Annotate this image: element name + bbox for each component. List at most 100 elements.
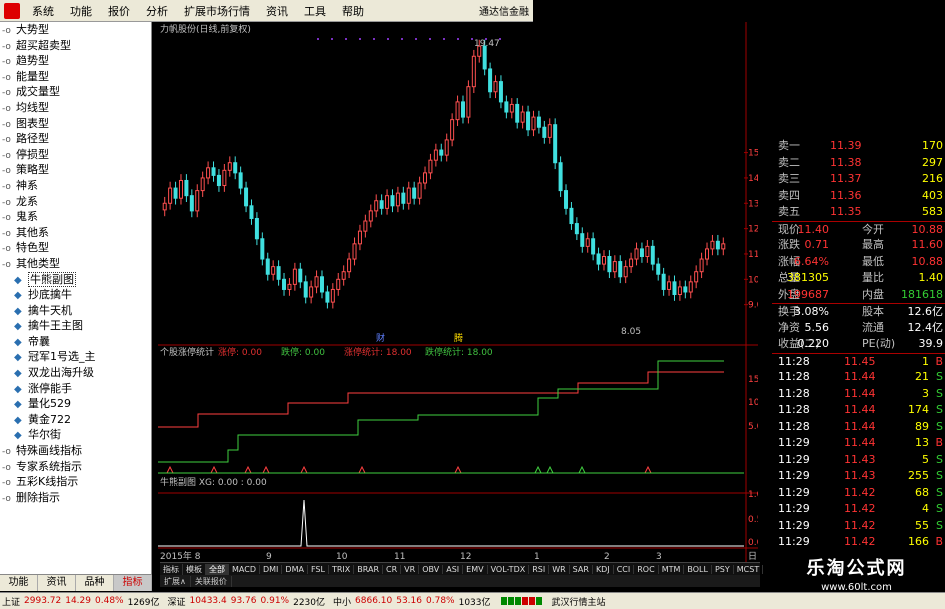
tree-item[interactable]: ◆ 黄金722 — [0, 412, 151, 428]
indicator-tab[interactable]: VOL-TDX — [488, 564, 530, 574]
tree-item[interactable]: -o 特色型 — [0, 240, 151, 256]
menu-news[interactable]: 资讯 — [258, 3, 296, 19]
menu-analysis[interactable]: 分析 — [138, 3, 176, 19]
tree-item-label: 其他系 — [16, 225, 49, 239]
tree-item-label: 双龙出海升级 — [28, 366, 94, 380]
tree-item[interactable]: -o 五彩K线指示 — [0, 474, 151, 490]
stock-chart[interactable]: 力帆股份(日线,前复权) 19.47 8.05 财 腾 个股涨停统计 涨停: 0… — [158, 22, 758, 562]
tree-item[interactable]: -o 成交量型 — [0, 84, 151, 100]
menu-quote[interactable]: 报价 — [100, 3, 138, 19]
tree-item[interactable]: -o 神系 — [0, 178, 151, 194]
tree-item[interactable]: ◆ 牛熊副图 — [0, 271, 151, 288]
tree-item[interactable]: -o 停损型 — [0, 147, 151, 163]
indicator-tab[interactable]: RSI — [529, 564, 550, 574]
tab-extend[interactable]: 扩展∧ — [160, 575, 191, 587]
indicator-tab[interactable]: CR — [383, 564, 402, 574]
tree-item[interactable]: -o 鬼系 — [0, 209, 151, 225]
tab-news[interactable]: 资讯 — [38, 575, 76, 591]
indicator-tab[interactable]: SAR — [570, 564, 593, 574]
indicator-tab[interactable]: ROC — [634, 564, 659, 574]
candle-body — [547, 124, 552, 138]
tree-item-label: 趋势型 — [16, 54, 49, 68]
quote-row: 换手 3.08% 股本 12.6亿 — [772, 303, 945, 320]
tick-volume: 255 — [908, 469, 929, 482]
tree-item[interactable]: -o 其他类型 — [0, 256, 151, 272]
signal-dot — [457, 38, 459, 40]
tree-item[interactable]: -o 龙系 — [0, 194, 151, 210]
candle-body — [206, 167, 211, 179]
tree-item[interactable]: ◆ 涨停能手 — [0, 381, 151, 397]
tree-item[interactable]: -o 能量型 — [0, 69, 151, 85]
tree-item[interactable]: ◆ 抄底擒牛 — [0, 287, 151, 303]
candle-body — [233, 162, 238, 174]
indicator-tab[interactable]: EMV — [463, 564, 488, 574]
tick-direction: S — [936, 485, 943, 499]
candle-body — [504, 101, 509, 113]
tree-item[interactable]: -o 删除指示 — [0, 490, 151, 506]
menu-tools[interactable]: 工具 — [296, 3, 334, 19]
candle-body — [162, 202, 167, 211]
indicator-tab[interactable]: VR — [401, 564, 420, 574]
tree-item[interactable]: -o 图表型 — [0, 116, 151, 132]
event-finance-marker[interactable]: 财 — [376, 332, 385, 344]
tick-time: 11:28 — [778, 386, 810, 400]
menu-extended-market[interactable]: 扩展市场行情 — [176, 3, 258, 19]
tree-item[interactable]: ◆ 擒牛天机 — [0, 303, 151, 319]
tree-item[interactable]: -o 策略型 — [0, 162, 151, 178]
tree-item[interactable]: ◆ 量化529 — [0, 396, 151, 412]
y-tick-label: 10.00 — [748, 275, 758, 285]
indicator-tab[interactable]: DMI — [260, 564, 283, 574]
tab-variety[interactable]: 品种 — [76, 575, 114, 591]
tree-item[interactable]: ◆ 双龙出海升级 — [0, 365, 151, 381]
stat-value: 6.64% — [794, 254, 829, 268]
quote-row: 收益(二) 0.220 PE(动) 39.9 — [772, 336, 945, 353]
tree-item[interactable]: -o 路径型 — [0, 131, 151, 147]
tab-function[interactable]: 功能 — [0, 575, 38, 591]
tree-item[interactable]: ◆ 冠军1号选_主 — [0, 349, 151, 365]
tree-item-label: 成交量型 — [16, 85, 60, 99]
formula-icon: ◆ — [14, 383, 22, 395]
tree-item[interactable]: -o 专家系统指示 — [0, 459, 151, 475]
menu-help[interactable]: 帮助 — [334, 3, 372, 19]
indicator-tab[interactable]: KDJ — [593, 564, 614, 574]
tick-time: 11:29 — [778, 502, 810, 515]
indicator-tab[interactable]: TRIX — [329, 564, 355, 574]
indicator-tab[interactable]: MACD — [229, 564, 260, 574]
tree-item[interactable]: -o 特殊画线指标 — [0, 443, 151, 459]
tree-item-label: 特殊画线指标 — [16, 444, 82, 458]
server-status[interactable]: 武汉行情主站 — [550, 595, 608, 608]
tree-item[interactable]: ◆ 华尔街 — [0, 427, 151, 443]
indicator-tab[interactable]: BOLL — [684, 564, 712, 574]
indicator-tab[interactable]: CCI — [614, 564, 635, 574]
indicator-tab[interactable]: MTM — [659, 564, 685, 574]
indicator-tab[interactable]: 全部 — [206, 563, 229, 575]
y-tick-label: 12.00 — [748, 225, 758, 235]
tree-item[interactable]: ◆ 帝曩 — [0, 334, 151, 350]
tree-item[interactable]: ◆ 擒牛王主图 — [0, 318, 151, 334]
indicator-tab[interactable]: MCST — [734, 564, 764, 574]
tab-related-quote[interactable]: 关联报价 — [191, 575, 232, 587]
menu-function[interactable]: 功能 — [62, 3, 100, 19]
tab-indicator[interactable]: 指标 — [114, 575, 152, 591]
tree-item[interactable]: -o 均线型 — [0, 100, 151, 116]
tree-item[interactable]: -o 超买超卖型 — [0, 38, 151, 54]
indicator-tab[interactable]: BRAR — [354, 564, 384, 574]
indicator-tab[interactable]: PSY — [712, 564, 734, 574]
event-marker[interactable]: 腾 — [454, 332, 463, 344]
tick-time: 11:29 — [778, 452, 810, 466]
indicator-tab[interactable]: ASI — [443, 564, 464, 574]
tree-item[interactable]: -o 趋势型 — [0, 53, 151, 69]
sub2-tick-label: 0.50 — [748, 515, 758, 525]
tree-item[interactable]: -o 其他系 — [0, 225, 151, 241]
indicator-tab[interactable]: 指标 — [160, 563, 183, 575]
menu-system[interactable]: 系统 — [24, 3, 62, 19]
indicator-tab[interactable]: 模板 — [183, 563, 206, 575]
indicator-tab[interactable]: OBV — [419, 564, 444, 574]
zx-label: 中小 — [333, 597, 352, 608]
indicator-tab[interactable]: DMA — [282, 564, 308, 574]
candle-body — [341, 271, 346, 280]
tree-item[interactable]: -o 大势型 — [0, 22, 151, 38]
candle-body — [580, 233, 585, 247]
indicator-tab[interactable]: FSL — [308, 564, 329, 574]
indicator-tab[interactable]: WR — [549, 564, 570, 574]
